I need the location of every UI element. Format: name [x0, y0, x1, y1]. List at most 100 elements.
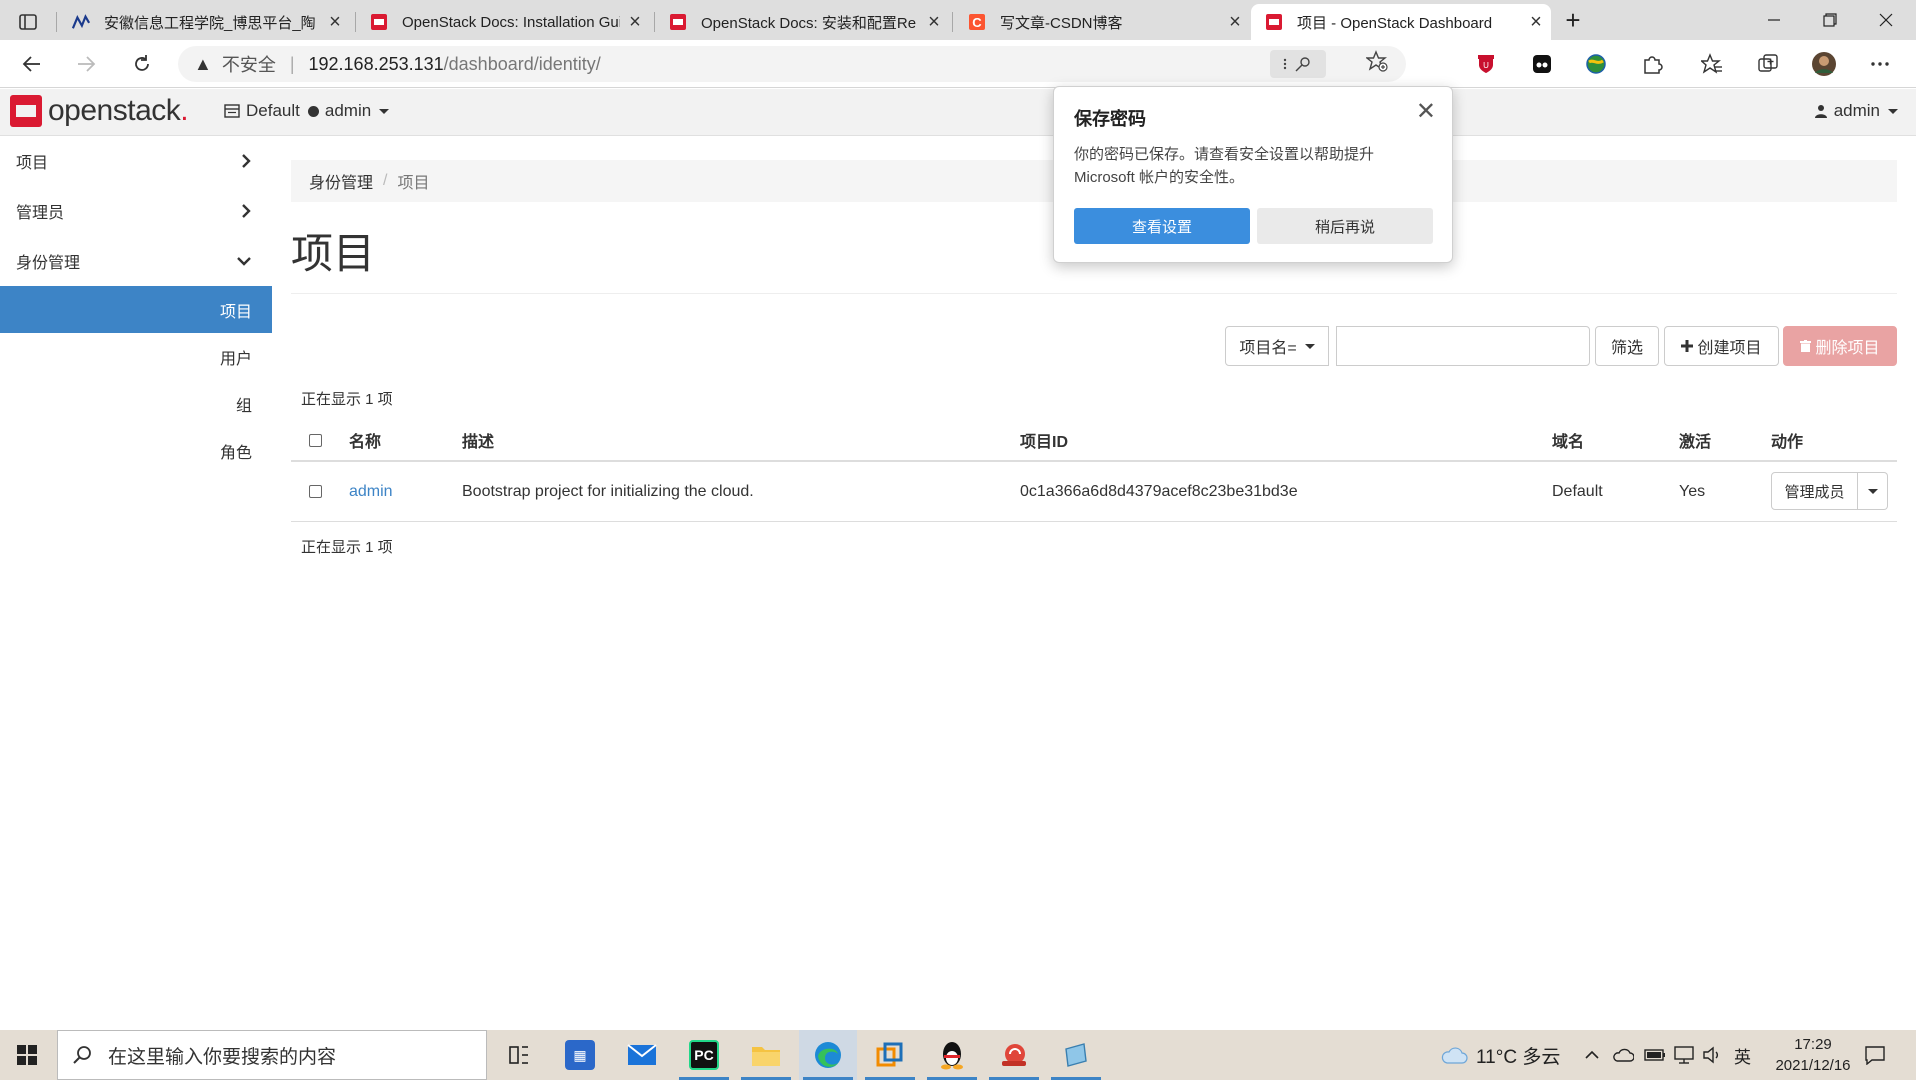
view-settings-button[interactable]: 查看设置 [1074, 208, 1250, 244]
vmware-app-icon[interactable] [861, 1030, 919, 1080]
tab-close-icon[interactable]: × [1220, 11, 1250, 34]
clock-time: 17:29 [1794, 1036, 1832, 1053]
svg-text:C: C [972, 15, 982, 30]
favorites-icon[interactable] [1698, 50, 1726, 78]
address-separator: | [289, 53, 295, 74]
tab-title: 写文章-CSDN博客 [1000, 14, 1123, 32]
close-window-icon[interactable] [1858, 0, 1914, 40]
weather-widget[interactable]: 11°C 多云 [1440, 1030, 1560, 1080]
sidebar-item-users[interactable]: 用户 [0, 333, 272, 380]
insecure-label[interactable]: 不安全 [222, 51, 276, 77]
ime-indicator[interactable]: 英 [1734, 1030, 1751, 1080]
system-clock[interactable]: 17:29 2021/12/16 [1758, 1034, 1868, 1076]
windows-start-icon[interactable] [0, 1030, 54, 1080]
tab-title: 项目 - OpenStack Dashboard [1297, 14, 1493, 32]
sidebar-item-roles[interactable]: 角色 [0, 427, 272, 474]
mail-app-icon[interactable] [613, 1030, 671, 1080]
openstack-navbar: openstack. Default admin admin [0, 89, 1916, 136]
globe-extension-icon[interactable] [1582, 50, 1610, 78]
snail-app-icon[interactable] [985, 1030, 1043, 1080]
volume-icon[interactable] [1702, 1030, 1722, 1080]
delete-projects-button[interactable]: 删除项目 [1783, 326, 1897, 366]
trash-icon [1800, 340, 1812, 352]
save-password-popup: 保存密码 ✕ 你的密码已保存。请查看安全设置以帮助提升 Microsoft 帐户… [1053, 86, 1453, 263]
browser-tab-strip: 安徽信息工程学院_博思平台_陶 × OpenStack Docs: Instal… [0, 0, 1916, 40]
tab-close-icon[interactable]: × [620, 11, 650, 34]
onedrive-icon[interactable] [1612, 1030, 1634, 1080]
caret-down-icon [1888, 108, 1898, 114]
tab-actions-icon[interactable] [10, 4, 46, 40]
close-icon[interactable]: ✕ [1416, 97, 1436, 126]
filter-button[interactable]: 筛选 [1595, 326, 1659, 366]
column-header-project-id[interactable]: 项目ID [1020, 420, 1068, 460]
select-all-checkbox[interactable] [309, 420, 322, 460]
column-header-enabled[interactable]: 激活 [1679, 420, 1711, 460]
not-now-button[interactable]: 稍后再说 [1257, 208, 1433, 244]
filter-input[interactable] [1336, 326, 1590, 366]
domain-icon [224, 104, 240, 118]
extensions-puzzle-icon[interactable] [1638, 50, 1666, 78]
sidebar-section-admin[interactable]: 管理员 [0, 186, 272, 236]
qq-app-icon[interactable] [923, 1030, 981, 1080]
notifications-icon[interactable] [1864, 1030, 1886, 1080]
task-view-icon[interactable] [490, 1030, 548, 1080]
more-options-icon[interactable] [1866, 50, 1894, 78]
minimize-icon[interactable] [1746, 0, 1802, 40]
column-header-description[interactable]: 描述 [462, 420, 494, 460]
chevron-right-icon [242, 204, 251, 218]
browser-tab[interactable]: OpenStack Docs: Installation Gui × [356, 4, 650, 40]
browser-tab-active[interactable]: 项目 - OpenStack Dashboard × [1251, 4, 1551, 40]
svg-text:U: U [1483, 61, 1489, 70]
profile-avatar[interactable] [1810, 50, 1838, 78]
new-tab-button[interactable]: + [1545, 0, 1601, 40]
chevron-down-icon [237, 257, 251, 266]
row-actions-dropdown[interactable] [1858, 472, 1888, 510]
shield-extension-icon[interactable]: U [1472, 50, 1500, 78]
column-header-name[interactable]: 名称 [349, 420, 381, 460]
forward-icon[interactable] [68, 46, 104, 82]
tab-close-icon[interactable]: × [320, 11, 350, 34]
password-key-icon[interactable] [1270, 50, 1326, 78]
openstack-logo[interactable]: openstack. [10, 94, 189, 128]
back-icon[interactable] [14, 46, 50, 82]
tab-close-icon[interactable]: × [919, 11, 949, 34]
store-app-icon[interactable]: ▦ [551, 1030, 609, 1080]
project-context-dropdown[interactable]: Default admin [224, 101, 390, 121]
row-checkbox[interactable] [309, 462, 322, 521]
tray-overflow-icon[interactable] [1584, 1030, 1600, 1080]
sidebar-item-projects[interactable]: 项目 [0, 286, 272, 333]
sidebar-item-groups[interactable]: 组 [0, 380, 272, 427]
restore-icon[interactable] [1802, 0, 1858, 40]
user-menu[interactable]: admin [1814, 101, 1898, 121]
address-bar[interactable]: ▲ 不安全 | 192.168.253.131 /dashboard/ident… [178, 46, 1406, 82]
edge-browser-icon[interactable] [799, 1030, 857, 1080]
breadcrumb-parent[interactable]: 身份管理 [309, 169, 373, 193]
file-explorer-icon[interactable] [737, 1030, 795, 1080]
sidebar-section-label: 管理员 [16, 205, 65, 222]
column-header-domain[interactable]: 域名 [1552, 420, 1584, 460]
tab-title: OpenStack Docs: Installation Gui [402, 13, 620, 31]
add-favorite-icon[interactable] [1365, 50, 1388, 78]
sidebar-section-identity[interactable]: 身份管理 [0, 236, 272, 286]
logo-dot: . [180, 94, 189, 127]
taskbar-search[interactable]: 在这里输入你要搜索的内容 [57, 1030, 487, 1080]
pycharm-app-icon[interactable]: PC [675, 1030, 733, 1080]
browser-tab[interactable]: OpenStack Docs: 安装和配置Re × [655, 4, 949, 40]
project-dot-icon [307, 105, 319, 117]
sidebar-section-project[interactable]: 项目 [0, 136, 272, 186]
openstack-favicon-icon [669, 13, 687, 31]
browser-tab[interactable]: 安徽信息工程学院_博思平台_陶 × [58, 4, 350, 40]
manage-members-button[interactable]: 管理成员 [1771, 472, 1858, 510]
extension-app-icon[interactable] [1528, 50, 1556, 78]
project-name-link[interactable]: admin [349, 462, 393, 521]
browser-tab[interactable]: C 写文章-CSDN博客 × [954, 4, 1250, 40]
battery-icon[interactable] [1644, 1030, 1666, 1080]
clock-date: 2021/12/16 [1775, 1057, 1851, 1074]
network-icon[interactable] [1674, 1030, 1694, 1080]
collections-icon[interactable] [1754, 50, 1782, 78]
create-project-button[interactable]: 创建项目 [1664, 326, 1779, 366]
filter-field-dropdown[interactable]: 项目名= [1225, 326, 1329, 366]
table-header: 名称 描述 项目ID 域名 激活 动作 [291, 420, 1897, 462]
refresh-icon[interactable] [124, 46, 160, 82]
notepad-app-icon[interactable] [1047, 1030, 1105, 1080]
